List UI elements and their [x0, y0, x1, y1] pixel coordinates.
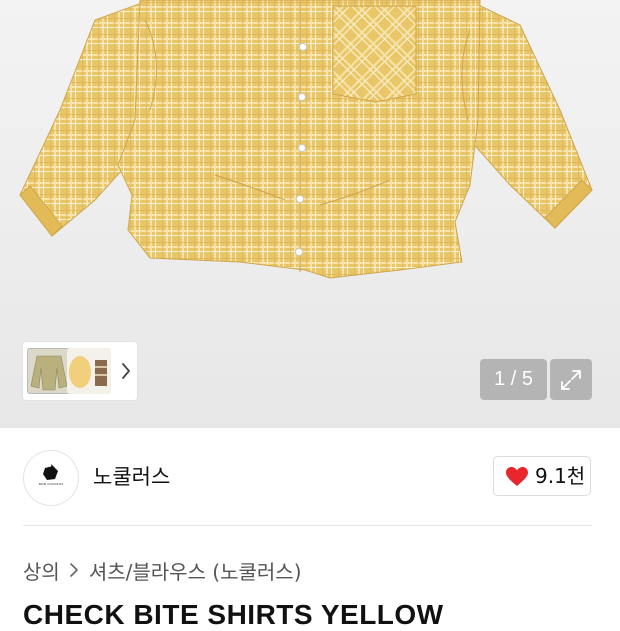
breadcrumb-item-category[interactable]: 상의: [23, 556, 60, 585]
product-image-gallery[interactable]: 1 / 5: [0, 0, 620, 428]
brand-logo-text: NON COOLRUS: [38, 482, 64, 486]
expand-icon: [561, 370, 581, 390]
brand-logo-mark: [43, 464, 58, 480]
brand-name[interactable]: 노쿨러스: [93, 462, 170, 492]
thumbnail-3[interactable]: [91, 348, 111, 394]
chevron-right-icon[interactable]: [119, 359, 133, 383]
thumbnail-strip[interactable]: [23, 342, 137, 400]
like-count: 9.1천: [535, 464, 586, 488]
expand-button[interactable]: [550, 359, 592, 400]
product-title: CHECK BITE SHIRTS YELLOW: [23, 599, 444, 630]
breadcrumb: 상의 셔츠/블라우스 (노쿨러스): [23, 556, 302, 584]
thumbnail-1[interactable]: [27, 348, 71, 394]
heart-icon: [506, 467, 528, 486]
chevron-right-icon: [70, 563, 78, 577]
image-counter: 1 / 5: [480, 359, 547, 400]
thumbnail-3-image: [95, 360, 107, 386]
like-button[interactable]: 9.1천: [493, 456, 591, 496]
brand-logo[interactable]: NON COOLRUS: [23, 450, 79, 506]
breadcrumb-item-subcategory[interactable]: 셔츠/블라우스 (노쿨러스): [89, 556, 302, 585]
section-divider: [23, 525, 592, 526]
thumbnail-1-image: [30, 355, 68, 391]
